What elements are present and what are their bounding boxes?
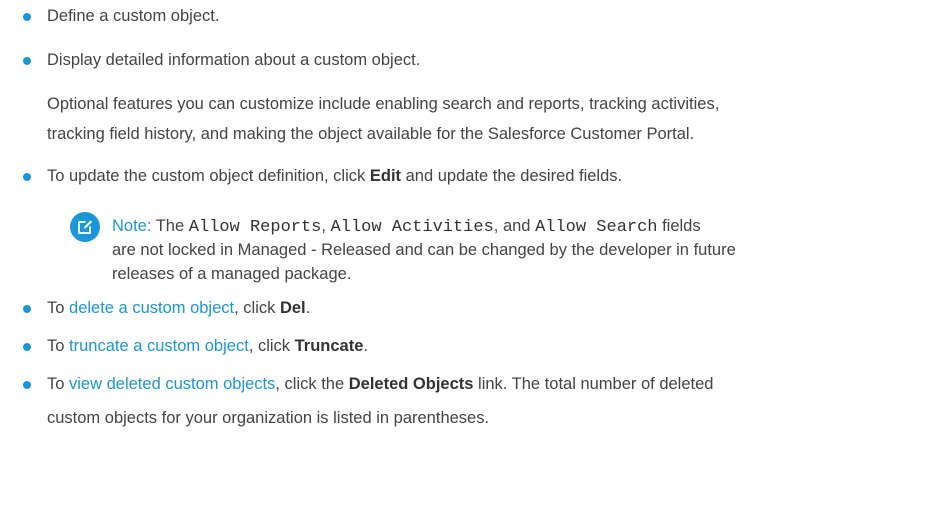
bullet-icon [23,381,31,389]
code-allow-reports: Allow Reports [188,218,322,237]
code-allow-search: Allow Search [535,218,658,237]
note-line-3: releases of a managed package. [112,265,352,283]
list-item-text-line-2: custom objects for your organization is … [47,409,490,427]
bullet-icon [23,305,31,313]
document-page: Define a custom object. Display detailed… [0,0,951,509]
note-label: Note: [112,217,152,235]
list-item-text: To view deleted custom objects, click th… [47,375,714,393]
edit-label: Edit [369,167,402,185]
list-item-text: Display detailed information about a cus… [47,51,421,69]
list-item-text: To delete a custom object, click Del. [47,299,311,317]
list-item-text: To update the custom object definition, … [47,167,623,185]
bullet-icon [23,343,31,351]
deleted-objects-label: Deleted Objects [348,375,474,393]
truncate-label: Truncate [294,337,364,355]
del-label: Del [279,299,306,317]
list-item-text: To truncate a custom object, click Trunc… [47,337,368,355]
delete-custom-object-link[interactable]: delete a custom object [69,299,234,317]
truncate-custom-object-link[interactable]: truncate a custom object [69,337,249,355]
view-deleted-objects-link[interactable]: view deleted custom objects [69,375,275,393]
bullet-icon [23,13,31,21]
edit-note-icon [70,212,100,242]
optional-paragraph-line-2: tracking field history, and making the o… [47,125,695,143]
code-allow-activities: Allow Activities [330,218,494,237]
list-item-text: Define a custom object. [47,7,220,25]
optional-paragraph-line-1: Optional features you can customize incl… [47,95,720,113]
bullet-icon [23,173,31,181]
bullet-icon [23,57,31,65]
